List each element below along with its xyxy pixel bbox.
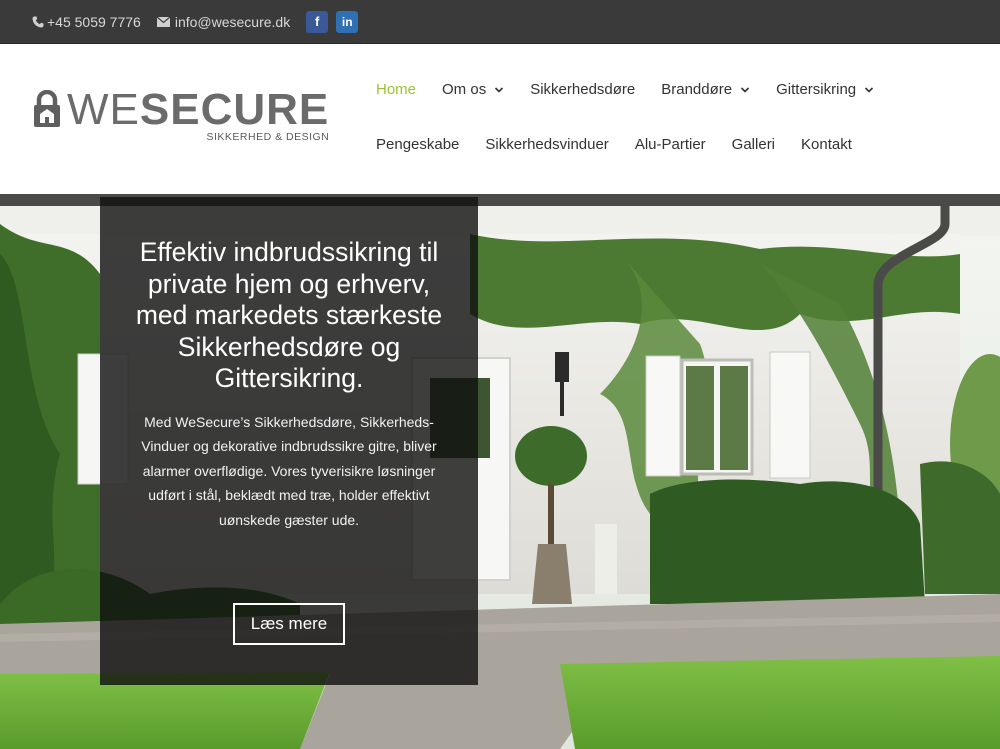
nav-label: Pengeskabe: [376, 136, 460, 153]
nav-alu-partier[interactable]: Alu-Partier: [635, 136, 706, 153]
email-address: info@wesecure.dk: [174, 13, 291, 30]
nav-galleri[interactable]: Galleri: [732, 136, 775, 153]
facebook-icon[interactable]: f: [306, 10, 329, 33]
nav-home[interactable]: Home: [376, 81, 416, 98]
main-nav-row-1: Home Om os Sikkerhedsdøre Branddøre Gitt…: [376, 81, 900, 98]
chevron-down-icon: [495, 86, 504, 93]
main-nav-row-2: Pengeskabe Sikkerhedsvinduer Alu-Partier…: [376, 136, 878, 153]
facebook-glyph: f: [315, 14, 320, 29]
nav-label: Gittersikring: [776, 81, 857, 98]
nav-om-os[interactable]: Om os: [442, 81, 504, 98]
lock-icon: [34, 90, 60, 127]
phone-contact[interactable]: +45 5059 7776: [31, 14, 141, 30]
phone-icon: [31, 15, 45, 29]
logo-text: WESECURE: [67, 88, 329, 132]
nav-pengeskabe[interactable]: Pengeskabe: [376, 136, 459, 153]
email-contact[interactable]: info@wesecure.dk: [157, 14, 290, 30]
nav-branddore[interactable]: Branddøre: [661, 81, 750, 98]
nav-sikkerhedsdore[interactable]: Sikkerhedsdøre: [530, 81, 635, 98]
read-more-button[interactable]: Læs mere: [233, 603, 345, 645]
nav-label: Sikkerhedsdøre: [530, 81, 636, 98]
nav-label: Kontakt: [801, 136, 852, 153]
nav-label: Alu-Partier: [634, 136, 706, 153]
top-bar: +45 5059 7776 info@wesecure.dk f in: [0, 0, 1000, 44]
hero-body-text: Med WeSecure’s Sikkerhedsdøre, Sikkerhed…: [141, 413, 437, 528]
logo-word-secure: SECURE: [139, 85, 330, 134]
phone-number: +45 5059 7776: [47, 13, 141, 30]
nav-label: Home: [376, 81, 417, 98]
mail-icon: [157, 15, 171, 29]
nav-kontakt[interactable]: Kontakt: [801, 136, 852, 153]
chevron-down-icon: [865, 86, 874, 93]
nav-gittersikring[interactable]: Gittersikring: [776, 81, 874, 98]
nav-label: Sikkerhedsvinduer: [485, 136, 609, 153]
chevron-down-icon: [741, 86, 750, 93]
hero-text-panel: Effektiv indbrudssikring til private hje…: [100, 197, 478, 685]
hero-headline: Effektiv indbrudssikring til private hje…: [135, 237, 443, 393]
logo-word-we: WE: [67, 85, 140, 134]
linkedin-icon[interactable]: in: [336, 10, 359, 33]
site-logo[interactable]: WESECURE SIKKERHED & DESIGN: [33, 88, 329, 145]
logo-wordmark: WESECURE SIKKERHED & DESIGN: [67, 88, 329, 143]
nav-label: Branddøre: [661, 81, 733, 98]
nav-sikkerhedsvinduer[interactable]: Sikkerhedsvinduer: [485, 136, 608, 153]
linkedin-glyph: in: [341, 14, 353, 29]
nav-label: Om os: [442, 81, 487, 98]
nav-label: Galleri: [731, 136, 776, 153]
